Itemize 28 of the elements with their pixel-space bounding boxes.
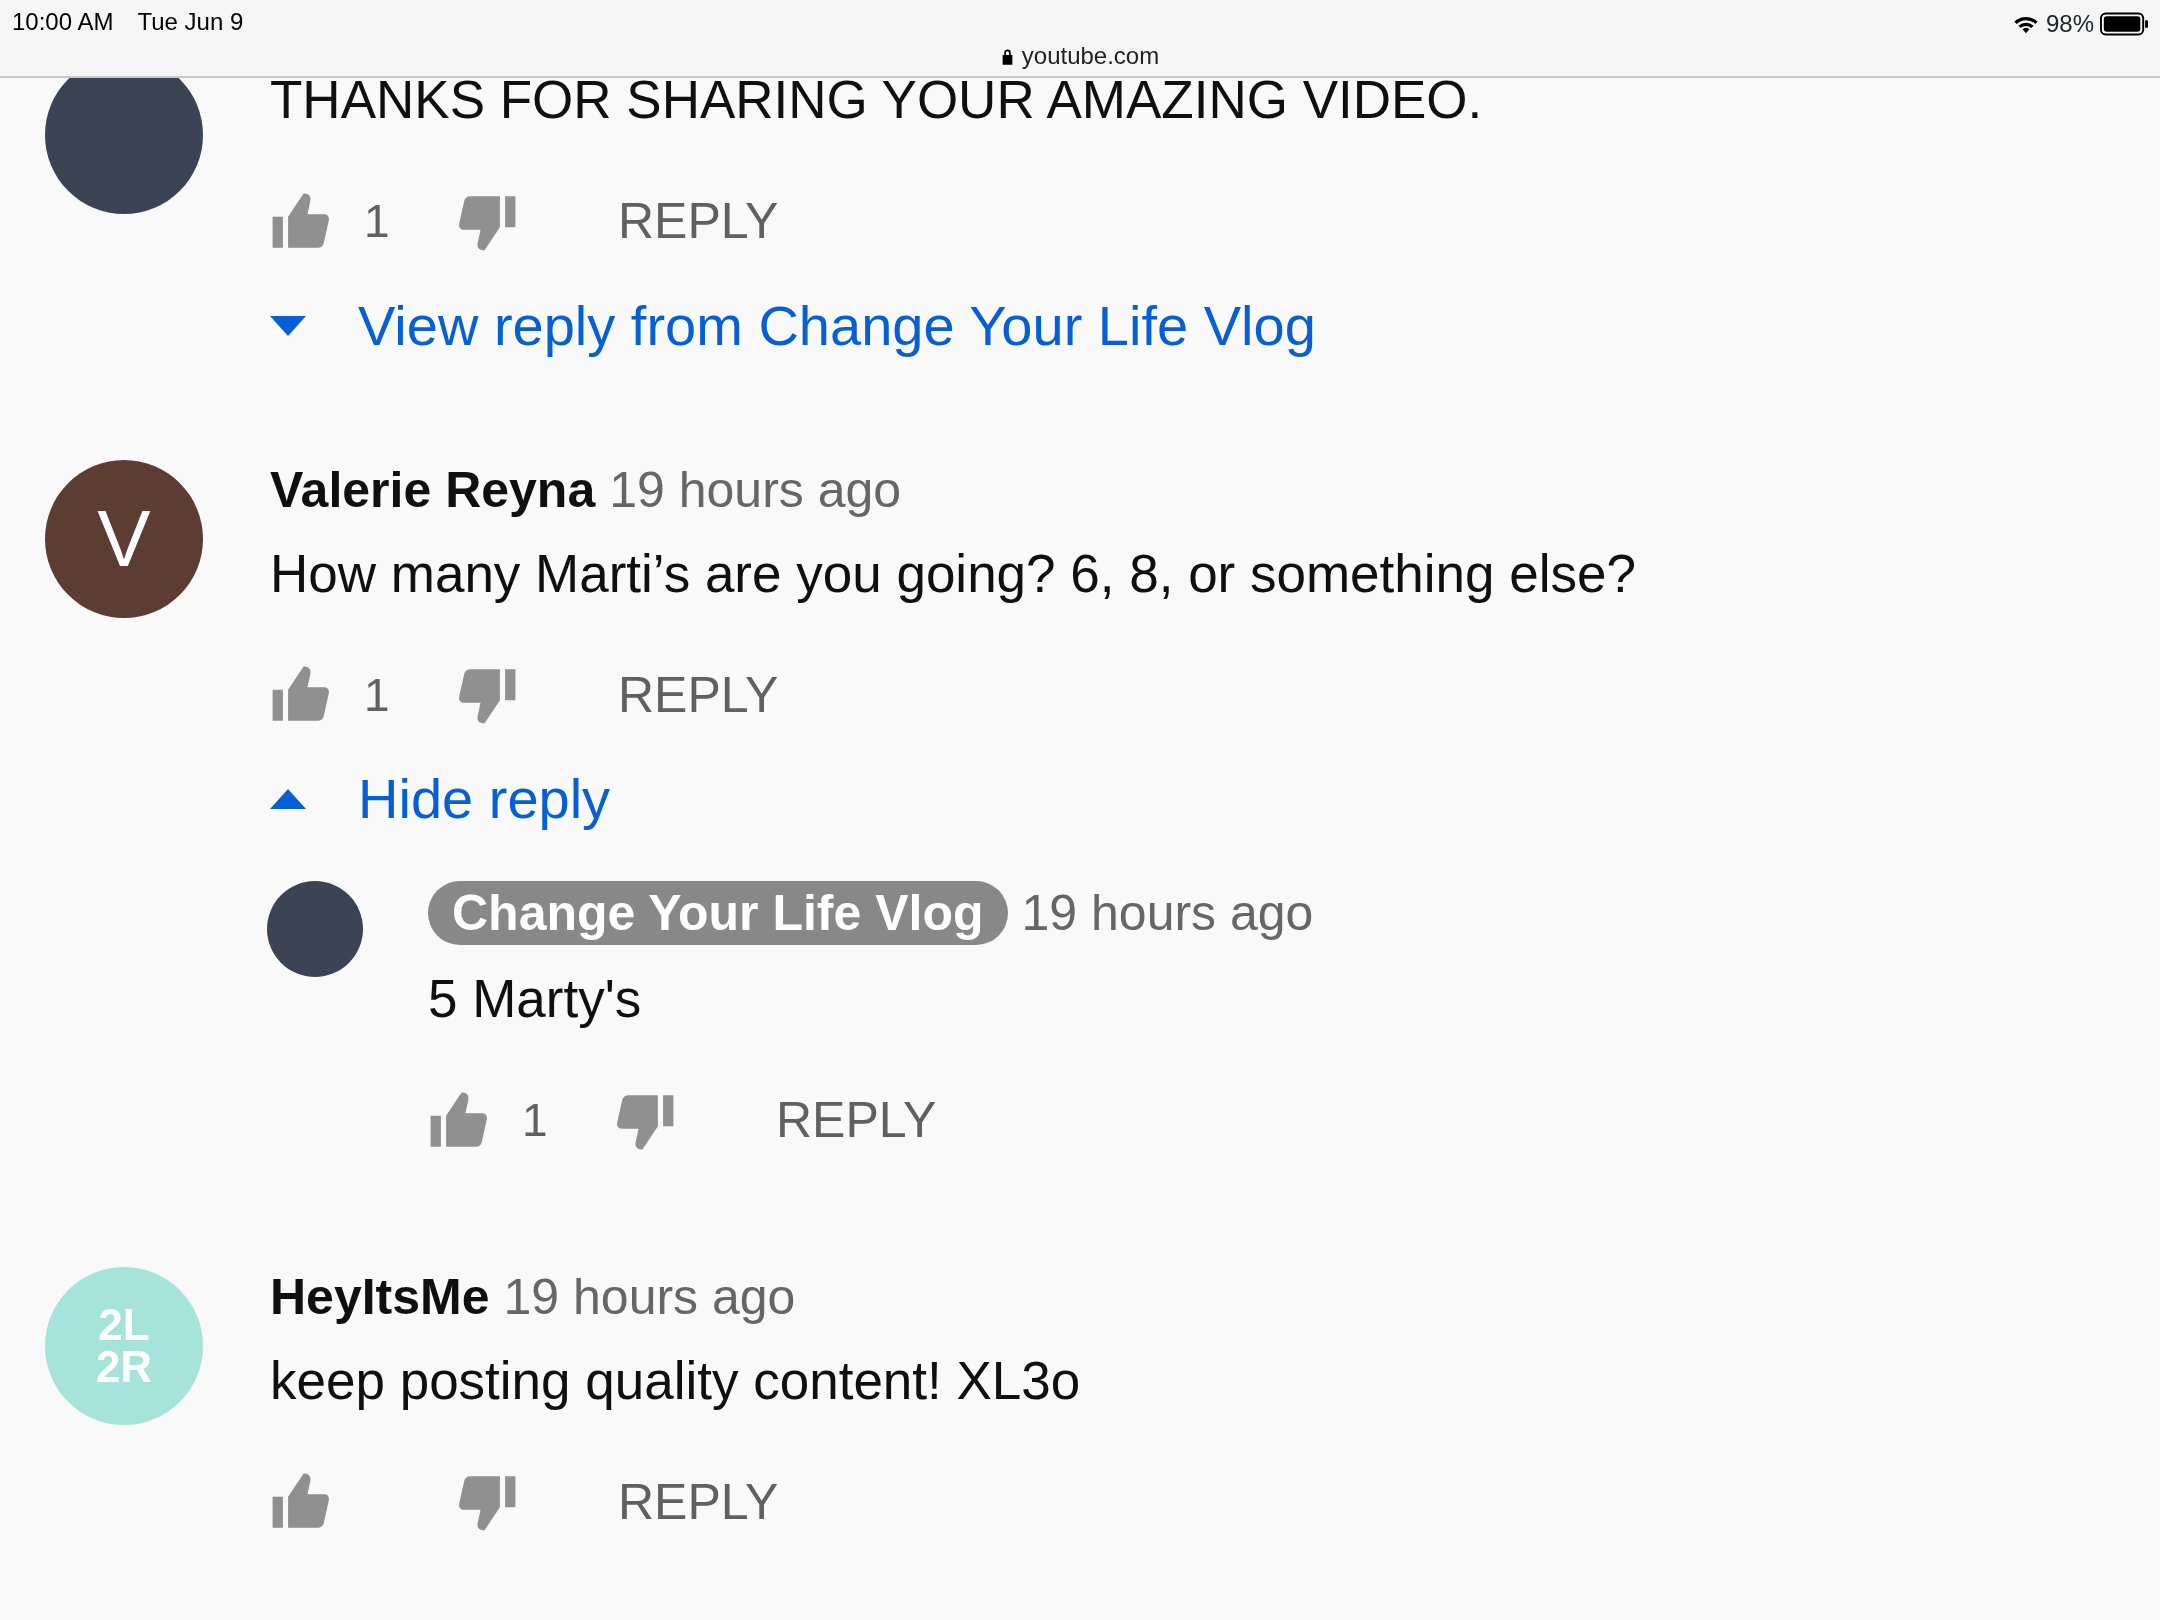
author-name[interactable]: HeyItsMe — [270, 1266, 490, 1327]
comment-text: 5 Marty's — [428, 968, 643, 1030]
author-name[interactable]: Change Your Life Vlog — [428, 881, 1008, 945]
like-count: 1 — [364, 667, 391, 723]
avatar-text: 2L — [98, 1303, 150, 1346]
caret-down-icon — [270, 315, 306, 336]
avatar-text: 2R — [95, 1345, 153, 1388]
lock-icon — [1000, 47, 1014, 65]
comment-text: keep posting quality content! XL3o — [270, 1349, 1082, 1412]
reply-button[interactable]: REPLY — [618, 1464, 779, 1540]
like-count: 1 — [364, 194, 391, 249]
reply-button[interactable]: REPLY — [618, 657, 779, 733]
reply-button[interactable]: REPLY — [776, 1083, 937, 1158]
battery-icon — [2100, 12, 2148, 36]
reply-button[interactable]: REPLY — [618, 184, 779, 259]
caret-up-icon — [270, 789, 306, 809]
like-count: 1 — [522, 1093, 549, 1148]
date-text: Tue Jun 9 — [137, 7, 244, 37]
replies-toggle[interactable]: View reply from Change Your Life Vlog — [270, 283, 1316, 368]
comment-time: 19 hours ago — [1021, 884, 1314, 943]
replies-toggle[interactable]: Hide reply — [270, 757, 611, 841]
avatar: V — [45, 459, 203, 618]
battery-percent: 98% — [2045, 9, 2094, 39]
comment-text: How many Marti’s are you going? 6, 8, or something else? — [270, 542, 1637, 605]
comment-time: 19 hours ago — [609, 460, 902, 520]
clock-time: 10:00 AM — [12, 7, 114, 37]
author-name[interactable]: Valerie Reyna — [270, 459, 596, 520]
comment-time: 19 hours ago — [503, 1267, 796, 1327]
